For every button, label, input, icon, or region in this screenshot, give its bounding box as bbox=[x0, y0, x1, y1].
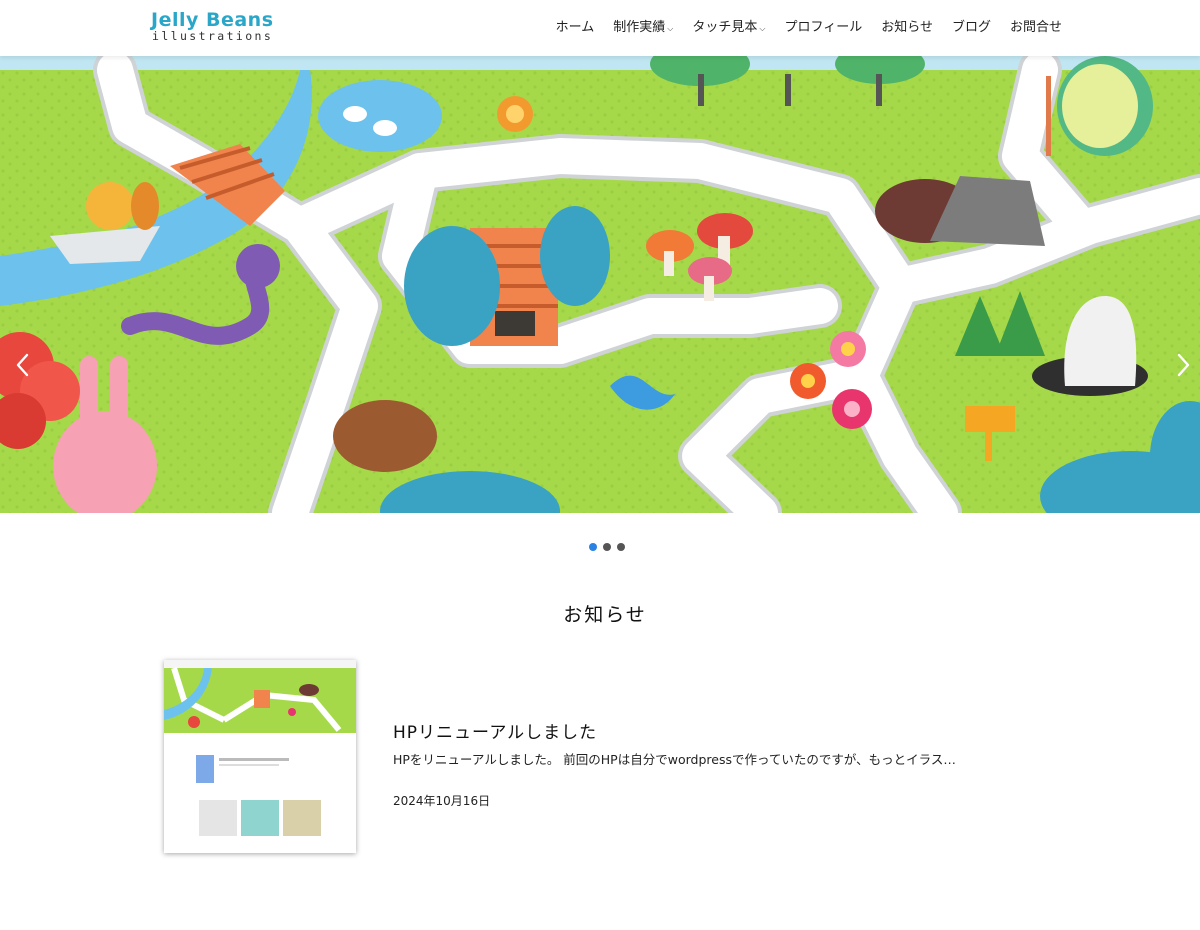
main-nav: ホーム 制作実績 ⌵ タッチ見本 ⌵ プロフィール お知らせ ブログ お問合せ bbox=[556, 16, 1062, 39]
logo-main-text: Jelly Beans bbox=[151, 9, 274, 31]
logo-sub-text: illustrations bbox=[152, 29, 274, 43]
nav-label: ホーム bbox=[555, 19, 595, 35]
nav-item-contact[interactable]: お問合せ bbox=[1010, 16, 1062, 39]
hero-slider bbox=[0, 56, 1200, 513]
nav-item-samples[interactable]: タッチ見本 ⌵ bbox=[692, 16, 765, 39]
hero-illustration bbox=[0, 56, 1200, 513]
news-thumbnail[interactable] bbox=[164, 660, 356, 853]
nav-label: お問合せ bbox=[1009, 19, 1062, 35]
nav-item-news[interactable]: お知らせ bbox=[881, 16, 933, 39]
slider-pagination bbox=[589, 543, 625, 551]
chevron-right-icon bbox=[1177, 353, 1190, 377]
site-preview-image bbox=[164, 660, 356, 853]
news-post-excerpt: HPをリニューアルしました。 前回のHPは自分でwordpressで作っていたの… bbox=[393, 752, 956, 767]
slider-dot-3[interactable] bbox=[617, 543, 625, 551]
nav-item-works[interactable]: 制作実績 ⌵ bbox=[613, 16, 673, 39]
slider-prev-button[interactable] bbox=[10, 348, 34, 382]
nav-label: プロフィール bbox=[784, 19, 863, 35]
chevron-left-icon bbox=[16, 353, 29, 377]
nav-item-home[interactable]: ホーム bbox=[556, 16, 595, 39]
news-post-date: 2024年10月16日 bbox=[393, 794, 491, 808]
nav-item-blog[interactable]: ブログ bbox=[952, 16, 991, 39]
site-logo[interactable]: Jelly Beans illustrations bbox=[151, 9, 273, 45]
slider-dot-1[interactable] bbox=[589, 543, 597, 551]
chevron-down-icon: ⌵ bbox=[667, 24, 674, 33]
section-title-news: お知らせ bbox=[563, 604, 647, 626]
nav-label: お知らせ bbox=[881, 19, 933, 35]
nav-label: タッチ見本 bbox=[692, 19, 758, 35]
news-post-title[interactable]: HPリニューアルしました bbox=[393, 718, 597, 743]
slider-next-button[interactable] bbox=[1172, 348, 1196, 382]
chevron-down-icon: ⌵ bbox=[759, 24, 766, 33]
nav-label: ブログ bbox=[951, 19, 991, 35]
nav-label: 制作実績 bbox=[613, 19, 666, 35]
nav-item-profile[interactable]: プロフィール bbox=[784, 16, 862, 39]
site-header: Jelly Beans illustrations ホーム 制作実績 ⌵ タッチ見… bbox=[0, 0, 1200, 56]
slider-dot-2[interactable] bbox=[603, 543, 611, 551]
